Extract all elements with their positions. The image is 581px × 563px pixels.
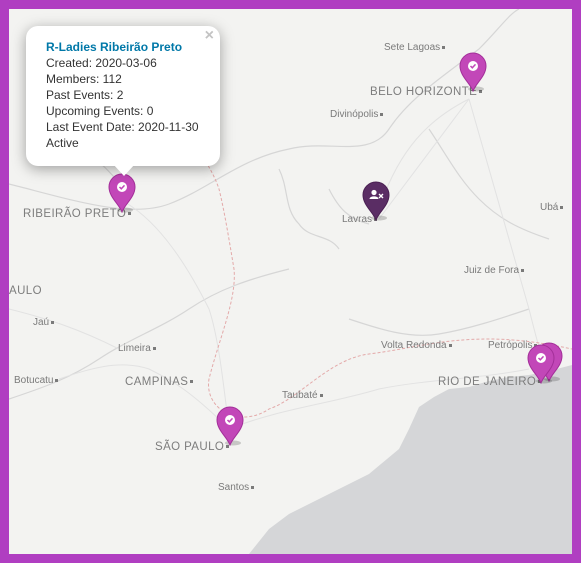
city-label: Juiz de Fora [464,265,525,277]
map-frame: Sete Lagoas BELO HORIZONTE Divinópolis R… [0,0,581,563]
city-label: Volta Redonda [381,340,452,352]
city-label: Botucatu [14,375,59,387]
popup-tip [113,164,135,176]
popup-past-events: Past Events: 2 [46,88,124,102]
check-icon [216,406,244,446]
close-icon[interactable]: × [205,28,214,44]
map-marker[interactable] [459,52,487,92]
map-marker[interactable] [527,344,555,384]
popup-title-link[interactable]: R-Ladies Ribeirão Preto [46,39,200,55]
marker-popup: × R-Ladies Ribeirão Preto Created: 2020-… [26,26,220,176]
check-icon [108,173,136,213]
map-marker[interactable] [108,173,136,213]
popup-upcoming-events: Upcoming Events: 0 [46,104,154,118]
city-label: Santos [218,482,255,494]
city-label: CAMPINAS [125,376,194,388]
popup-status: Active [46,136,79,150]
city-label: Ubá [540,202,564,214]
map-canvas[interactable]: Sete Lagoas BELO HORIZONTE Divinópolis R… [9,9,572,554]
user-x-icon [362,181,390,221]
city-label: RIO DE JANEIRO [438,376,542,388]
city-label: Sete Lagoas [384,42,446,54]
city-label: Jaú [33,317,55,329]
popup-members: Members: 112 [46,72,122,86]
city-label: Divinópolis [330,109,384,121]
popup-created: Created: 2020-03-06 [46,56,157,70]
check-icon [527,344,555,384]
popup-last-event-date: Last Event Date: 2020-11-30 [46,120,199,134]
check-icon [459,52,487,92]
map-marker[interactable] [216,406,244,446]
city-label: Limeira [118,343,156,355]
city-label: Taubaté [282,390,323,402]
city-label: AULO [9,285,42,297]
map-marker[interactable] [362,181,390,221]
